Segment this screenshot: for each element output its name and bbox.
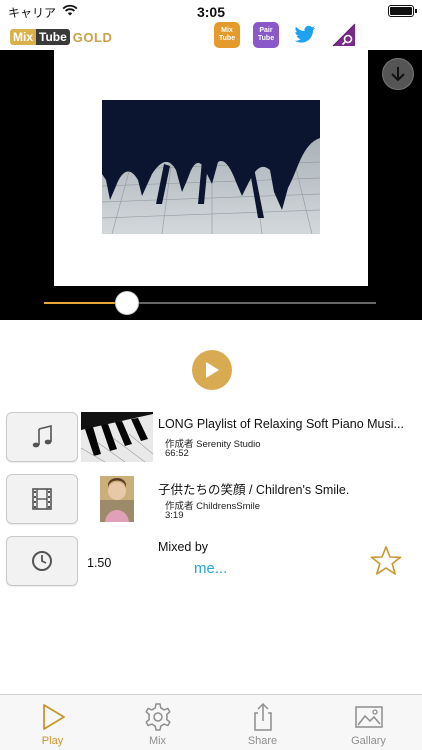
tab-mix[interactable]: Mix [105, 695, 210, 750]
music-track-row: LONG Playlist of Relaxing Soft Piano Mus… [0, 411, 422, 463]
gear-icon [144, 703, 171, 731]
mixed-by-label: Mixed by [158, 540, 209, 554]
video-thumbnail [102, 100, 320, 234]
video-track-title: 子供たちの笑顔 / Children's Smile. [158, 483, 350, 497]
video-track-duration: 3:19 [165, 510, 184, 521]
video-track-row: 子供たちの笑顔 / Children's Smile. 作成者 Children… [0, 473, 422, 525]
play-tab-icon [42, 704, 65, 730]
logo-tube: Tube [36, 29, 70, 45]
gallery-icon [354, 706, 383, 728]
arrow-down-icon [391, 67, 405, 82]
app-header: Mix Tube GOLD Mix Tube Pair Tube [0, 22, 422, 50]
twitter-icon[interactable] [292, 22, 318, 48]
music-note-icon [32, 425, 52, 448]
seek-slider[interactable] [44, 291, 376, 315]
mixtube-line1: Mix [221, 27, 233, 34]
video-track-thumbnail [81, 474, 153, 524]
video-frame [54, 50, 368, 286]
search-app-icon[interactable] [331, 22, 357, 48]
speed-value: 1.50 [87, 556, 112, 570]
mixed-by-name[interactable]: me... [194, 560, 227, 577]
download-button[interactable] [382, 58, 414, 90]
tab-bar: Play Mix Share Gallary [0, 694, 422, 750]
video-button[interactable] [6, 474, 78, 524]
status-time: 3:05 [196, 4, 226, 20]
app-logo: Mix Tube GOLD [10, 28, 112, 46]
logo-gold: GOLD [72, 29, 113, 45]
tab-gallary[interactable]: Gallary [316, 695, 421, 750]
battery-icon [388, 5, 417, 17]
star-icon[interactable] [370, 545, 402, 577]
clock-icon [32, 551, 52, 571]
share-icon [253, 702, 272, 731]
pairtube-line1: Pair [259, 27, 273, 34]
music-track-title: LONG Playlist of Relaxing Soft Piano Mus… [158, 417, 404, 431]
speed-row: 1.50 Mixed by me... [0, 535, 422, 587]
tab-play[interactable]: Play [0, 695, 105, 750]
pairtube-app-icon[interactable]: Pair Tube [253, 22, 279, 48]
mixtube-line2: Tube [218, 35, 236, 42]
status-bar: キャリア 3:05 [0, 0, 422, 22]
speed-button[interactable] [6, 536, 78, 586]
play-button[interactable] [192, 350, 232, 390]
video-player[interactable] [0, 50, 422, 320]
music-track-thumbnail [81, 412, 153, 462]
logo-mix: Mix [10, 29, 37, 45]
music-track-duration: 66:52 [165, 448, 189, 459]
seek-thumb[interactable] [115, 291, 139, 315]
tab-play-label: Play [41, 735, 64, 747]
tab-share-label: Share [247, 735, 278, 747]
play-icon [206, 362, 219, 378]
mixtube-app-icon[interactable]: Mix Tube [214, 22, 240, 48]
film-icon [32, 488, 52, 510]
pairtube-line2: Tube [257, 35, 275, 42]
tab-mix-label: Mix [148, 735, 167, 747]
tab-gallary-label: Gallary [351, 735, 386, 747]
music-button[interactable] [6, 412, 78, 462]
tab-share[interactable]: Share [210, 695, 315, 750]
